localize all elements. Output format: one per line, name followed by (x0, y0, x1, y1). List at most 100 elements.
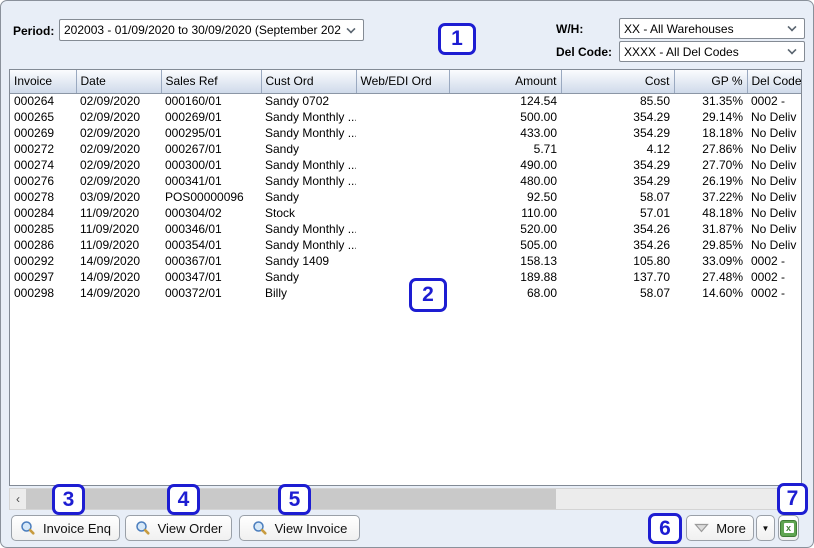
annotation-badge-7: 7 (777, 483, 808, 515)
cell-web-edi-ord (356, 141, 449, 157)
cell-invoice: 000269 (14, 126, 55, 140)
cell-cost: 4.12 (646, 142, 670, 156)
cell-amount: 490.00 (520, 158, 557, 172)
cell-gp-: 29.85% (702, 238, 743, 252)
column-header-amount[interactable]: Amount (449, 70, 562, 94)
more-button[interactable]: More (686, 515, 754, 541)
cell-invoice: 000292 (14, 254, 55, 268)
cell-amount: 189.88 (520, 270, 557, 284)
cell-amount: 433.00 (520, 126, 557, 140)
cell-amount: 505.00 (520, 238, 557, 252)
period-label: Period: (13, 24, 55, 38)
cell-sales-ref: 000354/01 (165, 238, 222, 252)
cell-cust-ord: Sandy 0702 (265, 94, 330, 109)
cell-date: 02/09/2020 (80, 174, 141, 188)
cell-cost: 354.29 (633, 158, 670, 172)
cell-invoice: 000276 (14, 174, 55, 188)
table-row[interactable]: 000292 14/09/2020 000367/01 Sandy 1409 158.1… (10, 253, 801, 269)
more-dropdown-button[interactable]: ▼ (756, 515, 775, 541)
more-label: More (716, 520, 746, 536)
horizontal-scrollbar[interactable]: ‹ (9, 488, 802, 510)
cell-date: 03/09/2020 (80, 190, 141, 204)
table-row[interactable]: 000272 02/09/2020 000267/01 Sandy 5.71 4.12 27… (10, 141, 801, 157)
table-row[interactable]: 000264 02/09/2020 000160/01 Sandy 0702 124.5… (10, 93, 801, 109)
table-row[interactable]: 000265 02/09/2020 000269/01 Sandy Monthly .… (10, 109, 801, 125)
cell-amount: 480.00 (520, 174, 557, 188)
table-row[interactable]: 000284 11/09/2020 000304/02 Stock 110.00 57.0… (10, 205, 801, 221)
cell-cust-ord: Sandy (265, 142, 300, 156)
cell-cust-ord: Sandy Monthly ... (265, 174, 356, 188)
export-excel-button[interactable]: x (778, 515, 799, 541)
table-row[interactable]: 000297 14/09/2020 000347/01 Sandy 189.88 137.… (10, 269, 801, 285)
cell-cust-ord: Sandy Monthly ... (265, 238, 356, 252)
cell-invoice: 000265 (14, 110, 55, 124)
cell-web-edi-ord (356, 189, 449, 205)
column-header-invoice[interactable]: Invoice (10, 70, 77, 94)
search-icon (252, 521, 267, 535)
table-row[interactable]: 000298 14/09/2020 000372/01 Billy 68.00 58.07… (10, 285, 801, 301)
table-row[interactable]: 000274 02/09/2020 000300/01 Sandy Monthly .… (10, 157, 801, 173)
scrollbar-track[interactable] (26, 489, 801, 509)
annotation-badge-6: 6 (648, 513, 682, 544)
cell-cust-ord: Sandy (265, 270, 300, 284)
column-header-cost[interactable]: Cost (561, 70, 675, 94)
view-order-label: View Order (157, 520, 223, 536)
cell-gp-: 48.18% (702, 206, 743, 220)
cell-date: 11/09/2020 (80, 222, 140, 236)
cell-del-code: 0002 - (751, 270, 786, 284)
table-row[interactable]: 000278 03/09/2020 POS00000096 Sandy 92.50 58.… (10, 189, 801, 205)
cell-gp-: 37.22% (702, 190, 743, 204)
cell-del-code: No Deliv (751, 158, 797, 172)
scroll-left-button[interactable]: ‹ (10, 489, 26, 509)
cell-date: 11/09/2020 (80, 206, 140, 220)
cell-del-code: 0002 - (751, 286, 786, 300)
cell-amount: 5.71 (533, 142, 557, 156)
cell-amount: 158.13 (520, 254, 557, 268)
annotation-badge-2: 2 (409, 278, 447, 312)
table-row[interactable]: 000269 02/09/2020 000295/01 Sandy Monthly .… (10, 125, 801, 141)
column-header-date[interactable]: Date (76, 70, 162, 94)
column-header-cust-ord[interactable]: Cust Ord (261, 70, 357, 94)
table-row[interactable]: 000285 11/09/2020 000346/01 Sandy Monthly .… (10, 221, 801, 237)
column-header-sales-ref[interactable]: Sales Ref (161, 70, 262, 94)
cell-cust-ord: Sandy Monthly ... (265, 222, 356, 236)
cell-date: 02/09/2020 (80, 142, 141, 156)
del-code-select[interactable]: XXXX - All Del Codes (619, 41, 805, 62)
period-select[interactable]: 202003 - 01/09/2020 to 30/09/2020 (Septe… (59, 19, 364, 41)
cell-date: 02/09/2020 (80, 158, 141, 172)
column-header-del-code[interactable]: Del Code (747, 70, 801, 94)
column-header-web-edi-ord[interactable]: Web/EDI Ord (356, 70, 450, 94)
cell-gp-: 27.70% (702, 158, 743, 172)
cell-sales-ref: 000347/01 (165, 270, 222, 284)
cell-date: 11/09/2020 (80, 238, 140, 252)
cell-amount: 92.50 (526, 190, 557, 204)
cell-cost: 57.01 (639, 206, 670, 220)
invoice-enq-button[interactable]: Invoice Enq (11, 515, 120, 541)
view-order-button[interactable]: View Order (125, 515, 232, 541)
cell-cost: 58.07 (639, 286, 670, 300)
caret-down-icon: ▼ (761, 523, 770, 533)
triangle-down-icon (694, 523, 709, 533)
table-row[interactable]: 000286 11/09/2020 000354/01 Sandy Monthly .… (10, 237, 801, 253)
cell-gp-: 29.14% (702, 110, 743, 124)
cell-sales-ref: 000295/01 (165, 126, 222, 140)
cell-gp-: 27.86% (702, 142, 743, 156)
cell-cost: 85.50 (639, 94, 670, 109)
cell-del-code: No Deliv (751, 222, 797, 236)
warehouse-select[interactable]: XX - All Warehouses (619, 18, 805, 39)
column-header-gp-[interactable]: GP % (674, 70, 748, 94)
chevron-down-icon (346, 23, 356, 34)
cell-cost: 137.70 (633, 270, 670, 284)
cell-web-edi-ord (356, 93, 449, 109)
cell-cust-ord: Sandy Monthly ... (265, 158, 356, 172)
cell-del-code: No Deliv (751, 206, 797, 220)
cell-sales-ref: 000367/01 (165, 254, 222, 268)
cell-gp-: 31.87% (702, 222, 743, 236)
cell-sales-ref: 000267/01 (165, 142, 222, 156)
cell-invoice: 000285 (14, 222, 55, 236)
view-invoice-button[interactable]: View Invoice (239, 515, 360, 541)
table-row[interactable]: 000276 02/09/2020 000341/01 Sandy Monthly .… (10, 173, 801, 189)
cell-del-code: No Deliv (751, 126, 797, 140)
del-code-label: Del Code: (556, 45, 613, 59)
cell-date: 14/09/2020 (80, 270, 141, 284)
